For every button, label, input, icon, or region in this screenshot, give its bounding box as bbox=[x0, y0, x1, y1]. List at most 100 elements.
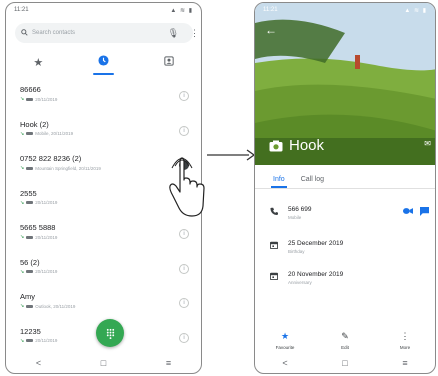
call-info-button[interactable]: i bbox=[179, 298, 189, 308]
call-log-row[interactable]: 5665 5888 ↘ 20/11/2019 i bbox=[6, 219, 201, 254]
caller-name: 56 (2) bbox=[20, 257, 40, 267]
sim-icon bbox=[26, 339, 34, 342]
nav-home-button[interactable]: □ bbox=[342, 358, 347, 368]
favourite-label: Favourite bbox=[275, 345, 295, 350]
edit-button[interactable]: ✎ Edit bbox=[325, 331, 365, 350]
status-time: 11:21 bbox=[263, 7, 278, 13]
event-type: Birthday bbox=[288, 249, 305, 254]
call-detail: ↘ Mobile, 20/11/2019 bbox=[20, 131, 187, 137]
status-bar: 11:21 ▲ ≋ ▮ bbox=[6, 3, 201, 17]
call-detail: ↘ Outlook, 20/11/2019 bbox=[20, 303, 187, 309]
incoming-call-icon: ↘ bbox=[20, 303, 25, 309]
status-bar: 11:21 ▲ ≋ ▮ bbox=[255, 3, 435, 17]
call-detail: ↘ 20/11/2019 bbox=[20, 96, 187, 102]
nav-back-button[interactable]: < bbox=[36, 358, 41, 368]
incoming-call-icon: ↘ bbox=[20, 165, 25, 171]
tab-info[interactable]: Info bbox=[271, 176, 287, 188]
mic-icon[interactable]: 🎙 bbox=[168, 28, 179, 39]
phone-number: 566 699 bbox=[288, 206, 312, 213]
pencil-icon: ✎ bbox=[341, 331, 349, 341]
phone-number-row[interactable]: 566 699 Mobile bbox=[269, 206, 429, 220]
call-info-button[interactable]: i bbox=[179, 332, 189, 343]
phone-icon bbox=[269, 207, 279, 217]
favourite-button[interactable]: ★ Favourite bbox=[265, 331, 305, 350]
caller-name: Amy bbox=[20, 292, 35, 301]
caller-name: 86666 bbox=[20, 85, 41, 94]
sim-icon bbox=[26, 304, 34, 308]
divider bbox=[255, 188, 435, 189]
call-info-button[interactable]: i bbox=[179, 229, 189, 239]
tab-bar: ★ bbox=[6, 51, 201, 75]
incoming-call-icon: ↘ bbox=[20, 96, 25, 102]
camera-icon[interactable] bbox=[269, 139, 283, 153]
tap-hand-icon bbox=[169, 157, 205, 217]
incoming-call-icon: ↘ bbox=[20, 199, 25, 206]
contact-photo: 11:21 ▲ ≋ ▮ ← Hook ✉ bbox=[255, 3, 435, 165]
contacts-icon bbox=[163, 55, 174, 66]
event-row-birthday[interactable]: 25 December 2019 Birthday bbox=[269, 240, 429, 254]
call-log-row[interactable]: 86666 ↘ 20/11/2019 i bbox=[6, 81, 201, 116]
call-info-button[interactable]: i bbox=[179, 91, 189, 101]
star-icon: ★ bbox=[280, 331, 290, 341]
nav-bar: < □ ≡ bbox=[6, 353, 201, 373]
more-options-icon: ⋮ bbox=[400, 331, 410, 341]
call-detail-text: Outlook, 20/11/2019 bbox=[35, 303, 76, 309]
call-detail-text: 20/11/2019 bbox=[35, 200, 58, 205]
call-detail-text: 20/11/2019 bbox=[35, 269, 58, 274]
call-info-button[interactable]: i bbox=[179, 263, 189, 274]
caller-name: 0752 822 8236 (2) bbox=[20, 154, 82, 163]
call-detail: ↘ 20/11/2019 bbox=[20, 200, 187, 206]
call-detail: ↘ 20/11/2019 bbox=[20, 234, 187, 240]
calendar-icon bbox=[269, 241, 279, 251]
transition-arrow bbox=[207, 149, 255, 161]
call-info-button[interactable]: i bbox=[179, 125, 189, 136]
more-label: More bbox=[399, 345, 411, 350]
nav-home-button[interactable]: □ bbox=[101, 358, 106, 368]
message-icon[interactable]: ✉ bbox=[424, 139, 431, 148]
search-icon bbox=[21, 28, 28, 38]
contact-actions: ★ Favourite ✎ Edit ⋮ More bbox=[255, 331, 435, 350]
call-log-row[interactable]: Hook (2) ↘ Mobile, 20/11/2019 i bbox=[6, 116, 201, 151]
incoming-call-icon: ↘ bbox=[20, 130, 25, 137]
tab-contacts[interactable] bbox=[163, 55, 174, 69]
dialpad-button[interactable] bbox=[96, 319, 124, 347]
incoming-call-icon: ↘ bbox=[20, 337, 25, 344]
message-icon[interactable] bbox=[420, 207, 429, 218]
search-input[interactable]: Search contacts bbox=[32, 30, 75, 36]
call-log-row[interactable]: 56 (2) ↘ 20/11/2019 i bbox=[6, 254, 201, 289]
call-detail-text: 20/11/2019 bbox=[35, 338, 58, 343]
call-detail: ↘ Mountain Springfield, 20/11/2019 bbox=[20, 165, 187, 171]
tab-favourites[interactable]: ★ bbox=[33, 56, 43, 69]
call-detail-text: 20/11/2019 bbox=[35, 96, 58, 102]
contact-tabs: Info Call log bbox=[271, 176, 324, 188]
nav-recents-button[interactable]: ≡ bbox=[402, 358, 407, 368]
sim-icon bbox=[26, 270, 34, 273]
incoming-call-icon: ↘ bbox=[20, 268, 25, 275]
tab-recents[interactable] bbox=[92, 55, 114, 75]
event-row-anniversary[interactable]: 20 November 2019 Anniversary bbox=[269, 271, 429, 285]
caller-name: 5665 5888 bbox=[20, 223, 56, 232]
call-detail-text: Mobile, 20/11/2019 bbox=[35, 131, 74, 136]
nav-back-button[interactable]: < bbox=[282, 358, 287, 368]
caller-name: Hook (2) bbox=[20, 119, 49, 129]
more-options-icon[interactable]: ⋮ bbox=[190, 28, 199, 39]
caller-name: 2555 bbox=[20, 188, 37, 198]
more-button[interactable]: ⋮ More bbox=[385, 331, 425, 350]
edit-label: Edit bbox=[341, 345, 349, 350]
calendar-icon bbox=[269, 272, 279, 282]
contact-detail-screen: 11:21 ▲ ≋ ▮ ← Hook ✉ Info Call log 566 6… bbox=[254, 2, 436, 374]
sim-icon bbox=[26, 166, 34, 170]
call-log-row[interactable]: Amy ↘ Outlook, 20/11/2019 i bbox=[6, 288, 201, 323]
search-bar[interactable]: Search contacts 🎙 ⋮ bbox=[15, 23, 199, 43]
nav-recents-button[interactable]: ≡ bbox=[166, 358, 171, 368]
sim-icon bbox=[26, 132, 34, 135]
call-detail-text: 20/11/2019 bbox=[35, 234, 58, 240]
tab-call-log[interactable]: Call log bbox=[301, 176, 324, 183]
video-call-icon[interactable] bbox=[403, 207, 413, 218]
back-arrow-icon[interactable]: ← bbox=[265, 23, 277, 37]
clock-icon bbox=[98, 55, 109, 66]
event-type: Anniversary bbox=[288, 280, 312, 285]
phone-actions bbox=[403, 207, 429, 218]
dialpad-icon bbox=[106, 328, 114, 339]
phone-type: Mobile bbox=[288, 215, 302, 220]
